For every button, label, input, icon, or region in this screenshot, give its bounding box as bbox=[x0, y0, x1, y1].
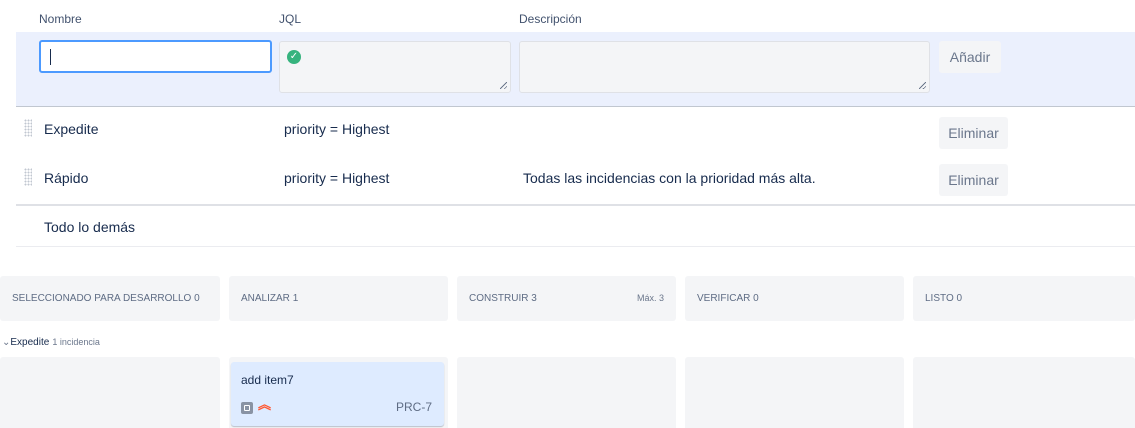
delete-button[interactable]: Eliminar bbox=[939, 117, 1008, 149]
swimlane-cell bbox=[685, 357, 904, 428]
column-title: SELECCIONADO PARA DESARROLLO 0 bbox=[12, 293, 200, 304]
swimlane-jql: priority = Highest bbox=[284, 121, 390, 137]
divider bbox=[16, 246, 1135, 247]
column-title: ANALIZAR 1 bbox=[241, 293, 299, 304]
check-circle-icon: ✓ bbox=[287, 50, 301, 64]
card-summary: add item7 bbox=[241, 373, 294, 387]
board-column-analyze: ANALIZAR 1 bbox=[229, 276, 448, 321]
issue-key[interactable]: PRC-7 bbox=[396, 400, 432, 414]
resize-handle-icon[interactable] bbox=[919, 82, 926, 89]
resize-handle-icon[interactable] bbox=[500, 82, 507, 89]
add-button[interactable]: Añadir bbox=[939, 41, 1001, 73]
default-swimlane-row: Todo lo demás bbox=[16, 203, 1135, 252]
swimlane-name: Expedite bbox=[44, 121, 99, 137]
column-max-limit: Máx. 3 bbox=[636, 293, 664, 303]
column-title: CONSTRUIR 3 bbox=[469, 293, 537, 304]
board-column-build: CONSTRUIR 3 Máx. 3 bbox=[457, 276, 676, 321]
board-column-verify: VERIFICAR 0 bbox=[685, 276, 904, 321]
drag-handle-icon[interactable] bbox=[24, 168, 32, 186]
swimlane-cell bbox=[0, 357, 220, 428]
swimlane-cell bbox=[457, 357, 676, 428]
swimlane-title: Expedite bbox=[10, 337, 50, 348]
column-title: LISTO 0 bbox=[925, 293, 963, 304]
swimlane-cell bbox=[913, 357, 1135, 428]
board-column-selected: SELECCIONADO PARA DESARROLLO 0 bbox=[0, 276, 220, 321]
swimlane-description: Todas las incidencias con la prioridad m… bbox=[523, 170, 816, 186]
story-icon bbox=[241, 402, 253, 414]
column-title: VERIFICAR 0 bbox=[697, 293, 759, 304]
swimlane-name: Rápido bbox=[44, 170, 89, 186]
swimlane-jql: priority = Highest bbox=[284, 170, 390, 186]
header-name: Nombre bbox=[39, 12, 82, 26]
swimlane-header[interactable]: ⌄Expedite 1 incidencia bbox=[2, 337, 100, 348]
description-textarea[interactable] bbox=[519, 41, 930, 93]
drag-handle-icon[interactable] bbox=[24, 119, 32, 137]
name-input[interactable] bbox=[39, 40, 272, 73]
text-caret bbox=[50, 49, 51, 65]
default-swimlane-name: Todo lo demás bbox=[44, 219, 136, 235]
jql-textarea[interactable] bbox=[279, 41, 511, 93]
delete-button[interactable]: Eliminar bbox=[939, 164, 1008, 196]
issue-card[interactable]: add item7 ︽ PRC-7 bbox=[231, 362, 444, 426]
board-column-done: LISTO 0 bbox=[913, 276, 1135, 321]
highest-priority-icon: ︽ bbox=[258, 397, 272, 412]
swimlane-count: 1 incidencia bbox=[52, 337, 100, 347]
header-jql: JQL bbox=[279, 12, 302, 26]
header-description: Descripción bbox=[519, 12, 582, 26]
